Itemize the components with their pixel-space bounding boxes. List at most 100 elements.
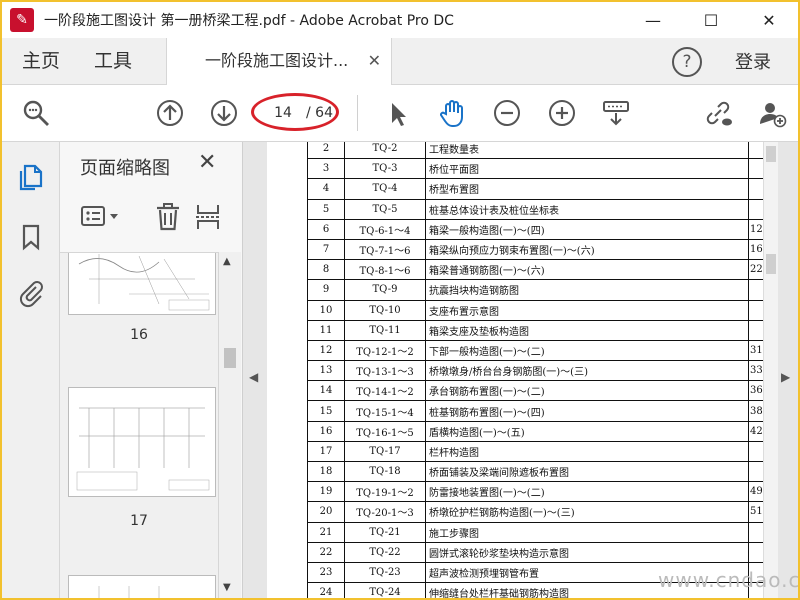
- toolbar-divider: [357, 95, 358, 131]
- row-number: 4: [307, 178, 345, 200]
- thumbnail-options-icon[interactable]: [80, 204, 124, 234]
- close-window-button[interactable]: ✕: [740, 2, 798, 38]
- document-scroll-thumb[interactable]: [766, 254, 776, 274]
- table-row: 16 TQ-16-1～5 盾横构造图(一)～(五) 42: [307, 420, 766, 442]
- drawing-name: 施工步骤图: [425, 521, 749, 543]
- row-number: 21: [307, 521, 345, 543]
- select-pointer-icon[interactable]: [382, 97, 414, 129]
- drawing-code: TQ-3: [344, 158, 426, 180]
- table-row: 17 TQ-17 栏杆构造图: [307, 440, 766, 463]
- drawing-name: 箱梁支座及垫板构造图: [425, 319, 749, 341]
- zoom-in-icon[interactable]: [546, 97, 578, 129]
- page-thumbnails-icon[interactable]: [16, 162, 46, 192]
- help-icon[interactable]: ?: [672, 47, 702, 77]
- drawing-code: TQ-17: [344, 440, 426, 463]
- scroll-down-icon[interactable]: ▼: [223, 582, 231, 593]
- share-link-icon[interactable]: [702, 97, 734, 129]
- drawing-code: TQ-16-1～5: [344, 420, 426, 442]
- tab-home[interactable]: 主页: [22, 38, 60, 84]
- zoom-out-icon[interactable]: [491, 97, 523, 129]
- thumbnail-label: 17: [130, 513, 148, 529]
- thumbnail-page-18[interactable]: [68, 575, 216, 598]
- window-title: 一阶段施工图设计 第一册桥梁工程.pdf - Adobe Acrobat Pro…: [44, 13, 454, 29]
- title-bar: ✎ 一阶段施工图设计 第一册桥梁工程.pdf - Adobe Acrobat P…: [2, 2, 798, 38]
- scroll-thumb[interactable]: [224, 348, 236, 368]
- document-tab-close-icon[interactable]: ✕: [368, 38, 381, 84]
- document-tab[interactable]: 一阶段施工图设计... ✕: [166, 38, 392, 85]
- drawing-name: 工程数量表: [425, 142, 749, 160]
- bookmark-icon[interactable]: [16, 222, 46, 252]
- login-button[interactable]: 登录: [735, 38, 771, 88]
- row-number: 18: [307, 460, 345, 483]
- row-number: 12: [307, 339, 345, 362]
- table-row: 13 TQ-13-1～3 桥墩墩身/桥台台身钢筋图(一)～(三) 33: [307, 360, 766, 382]
- row-number: 22: [307, 541, 345, 563]
- scroll-up-icon[interactable]: ▲: [223, 256, 231, 267]
- table-row: 15 TQ-15-1～4 桩基钢筋布置图(一)～(四) 38: [307, 400, 766, 422]
- panel-close-icon[interactable]: ✕: [198, 150, 216, 175]
- row-number: 20: [307, 501, 345, 523]
- hand-tool-icon[interactable]: [436, 97, 468, 129]
- drawing-name: 桥型布置图: [425, 178, 749, 200]
- extract-pages-icon[interactable]: [194, 202, 222, 236]
- table-row: 11 TQ-11 箱梁支座及垫板构造图: [307, 319, 766, 341]
- thumbnail-page-17[interactable]: [68, 387, 216, 497]
- collapse-right-icon[interactable]: ▶: [781, 370, 790, 384]
- drawing-name: 箱梁一般构造图(一)～(四): [425, 218, 749, 240]
- thumbnails-panel: 页面缩略图 ✕ 16 17 ▲ ▼: [60, 142, 243, 598]
- drawing-name: 承台钢筋布置图(一)～(二): [425, 380, 749, 402]
- app-window: ✎ 一阶段施工图设计 第一册桥梁工程.pdf - Adobe Acrobat P…: [0, 0, 800, 600]
- attachment-icon[interactable]: [16, 278, 46, 308]
- row-number: 11: [307, 319, 345, 341]
- drawing-code: TQ-10: [344, 299, 426, 321]
- drawing-code: TQ-2: [344, 142, 426, 160]
- drawing-name: 箱梁普通钢筋图(一)～(六): [425, 259, 749, 281]
- toolbar: 14 / 64: [2, 85, 798, 142]
- drawing-code: TQ-19-1～2: [344, 481, 426, 503]
- drawing-name: 桥墩墩身/桥台台身钢筋图(一)～(三): [425, 360, 749, 382]
- drawing-name: 防雷接地装置图(一)～(二): [425, 481, 749, 503]
- row-number: 7: [307, 238, 345, 261]
- table-row: 8 TQ-8-1～6 箱梁普通钢筋图(一)～(六) 22: [307, 259, 766, 281]
- next-page-icon[interactable]: [208, 97, 240, 129]
- panel-title: 页面缩略图: [80, 158, 170, 179]
- collapse-left-icon[interactable]: ◀: [249, 370, 258, 384]
- thumbnail-page-16[interactable]: [68, 253, 216, 315]
- page-number-input[interactable]: 14: [268, 102, 298, 124]
- drawing-code: TQ-20-1～3: [344, 501, 426, 523]
- minimize-button[interactable]: —: [624, 2, 682, 38]
- table-row: 12 TQ-12-1～2 下部一般构造图(一)～(二) 31: [307, 339, 766, 362]
- document-scroll-thumb[interactable]: [766, 146, 776, 162]
- tab-tools[interactable]: 工具: [94, 38, 132, 84]
- table-row: 6 TQ-6-1～4 箱梁一般构造图(一)～(四) 12: [307, 218, 766, 240]
- drawing-name: 桥位平面图: [425, 158, 749, 180]
- document-tab-label: 一阶段施工图设计...: [205, 51, 349, 70]
- search-zoom-icon[interactable]: [20, 97, 52, 129]
- watermark: www.cndao.com: [658, 568, 800, 592]
- drawing-code: TQ-7-1～6: [344, 238, 426, 261]
- table-row: 10 TQ-10 支座布置示意图: [307, 299, 766, 321]
- drawing-code: TQ-14-1～2: [344, 380, 426, 402]
- table-row: 22 TQ-22 圆饼式滚轮砂浆垫块构造示意图: [307, 541, 766, 563]
- drawing-name: 箱梁纵向预应力钢束布置图(一)～(六): [425, 238, 749, 261]
- drawing-name: 桩基总体设计表及桩位坐标表: [425, 198, 749, 220]
- drawing-name: 桩基钢筋布置图(一)～(四): [425, 400, 749, 422]
- drawing-name: 栏杆构造图: [425, 440, 749, 463]
- drawing-code: TQ-4: [344, 178, 426, 200]
- drawing-code: TQ-15-1～4: [344, 400, 426, 422]
- drawing-code: TQ-12-1～2: [344, 339, 426, 362]
- document-scrollbar[interactable]: [763, 142, 778, 598]
- keyboard-scroll-icon[interactable]: [600, 97, 632, 129]
- row-number: 5: [307, 198, 345, 220]
- add-user-icon[interactable]: [756, 97, 788, 129]
- previous-page-icon[interactable]: [154, 97, 186, 129]
- delete-page-icon[interactable]: [154, 202, 182, 236]
- drawing-code: TQ-5: [344, 198, 426, 220]
- maximize-button[interactable]: ☐: [682, 2, 740, 38]
- table-row: 14 TQ-14-1～2 承台钢筋布置图(一)～(二) 36: [307, 380, 766, 402]
- drawing-name: 桥面铺装及梁端间隙遮板布置图: [425, 460, 749, 483]
- drawing-index-table: 2 TQ-2 工程数量表 3 TQ-3 桥位平面图 4 TQ-4 桥型布置图 5 TQ-5 桩基总体设…: [307, 142, 766, 598]
- table-row: 20 TQ-20-1～3 桥墩砼护栏钢筋构造图(一)～(三) 51: [307, 501, 766, 523]
- table-row: 2 TQ-2 工程数量表: [307, 142, 766, 160]
- thumbnail-scrollbar[interactable]: ▲ ▼: [218, 252, 241, 598]
